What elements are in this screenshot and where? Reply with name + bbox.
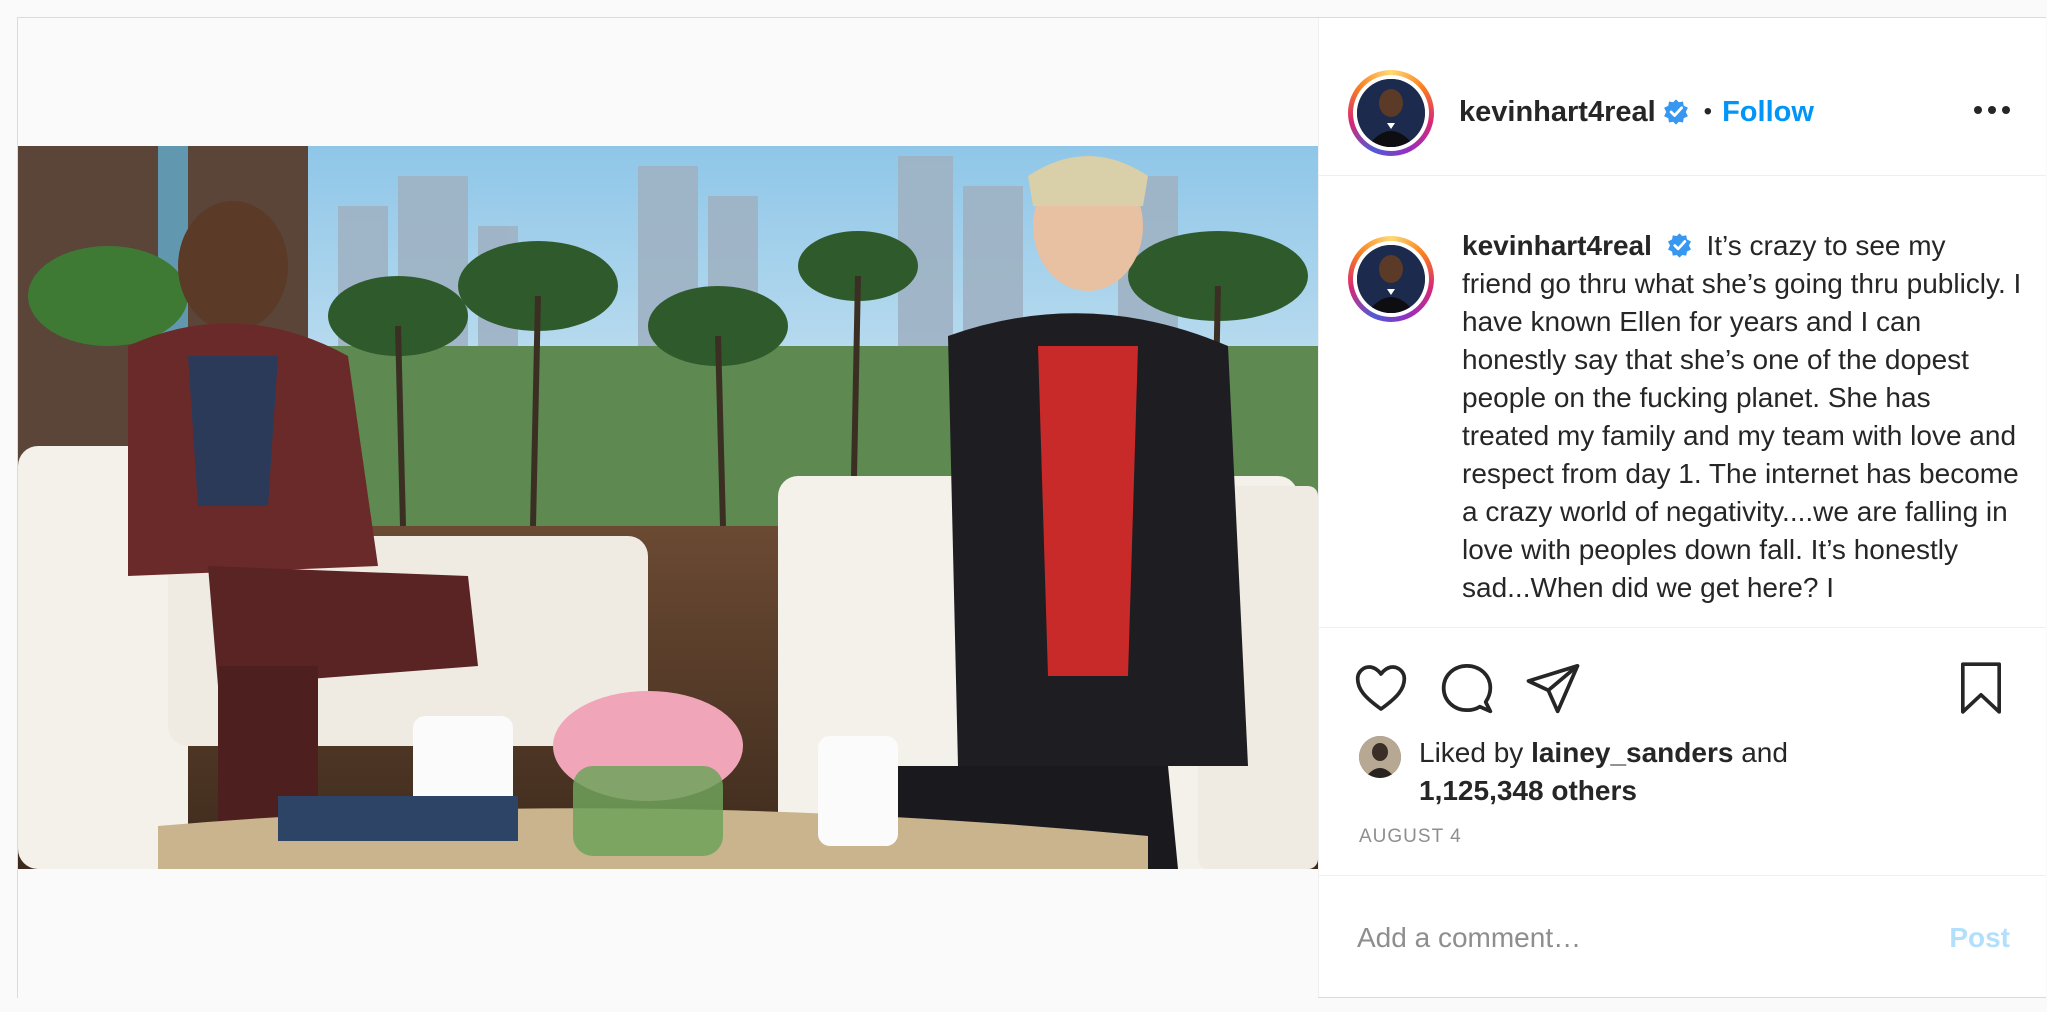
caption-avatar[interactable] [1348,236,1434,322]
post-actions [1319,648,2046,728]
post-date[interactable]: AUGUST 4 [1359,826,1462,848]
likes-count[interactable]: 1,125,348 others [1419,775,1637,806]
likes-prefix: Liked by [1419,737,1524,768]
likes-summary: Liked by lainey_sanders and 1,125,348 ot… [1359,730,2019,810]
verified-badge-icon [1667,233,1691,258]
comment-input[interactable] [1355,912,1879,964]
comment-bar: Post [1319,875,2046,998]
likes-connector: and [1741,737,1788,768]
caption-username[interactable]: kevinhart4real [1462,230,1652,261]
post-container: kevinhart4real • Follow kevinhart4real I… [17,17,2046,999]
liker-avatar[interactable] [1359,736,1401,778]
post-photo[interactable] [18,146,1318,869]
post-header: kevinhart4real • Follow [1319,18,2046,176]
header-separator: • [1703,98,1713,125]
share-icon[interactable] [1525,660,1581,716]
follow-button[interactable]: Follow [1722,96,1814,129]
heart-icon[interactable] [1353,660,1409,716]
header-avatar[interactable] [1348,70,1434,156]
caption-text: It’s crazy to see my friend go thru what… [1462,230,2022,603]
verified-badge-icon [1663,99,1688,125]
liker-avatar-photo [1359,736,1401,778]
caption-area: kevinhart4real It’s crazy to see my frie… [1319,175,2046,628]
post-sidebar: kevinhart4real • Follow kevinhart4real I… [1318,18,2046,997]
header-username[interactable]: kevinhart4real [1459,96,1656,129]
more-options-icon[interactable] [1974,98,2010,122]
avatar-photo [1357,245,1425,313]
header-info: kevinhart4real • Follow [1459,92,1814,132]
talk-show-photo [18,146,1318,869]
liker-username[interactable]: lainey_sanders [1531,737,1733,768]
bookmark-icon[interactable] [1956,660,2006,716]
avatar-photo [1357,79,1425,147]
likes-text: Liked by lainey_sanders and 1,125,348 ot… [1419,734,1788,810]
post-comment-button[interactable]: Post [1949,922,2010,954]
caption: kevinhart4real It’s crazy to see my frie… [1462,227,2022,607]
post-media [18,18,1318,999]
comment-icon[interactable] [1439,660,1495,716]
